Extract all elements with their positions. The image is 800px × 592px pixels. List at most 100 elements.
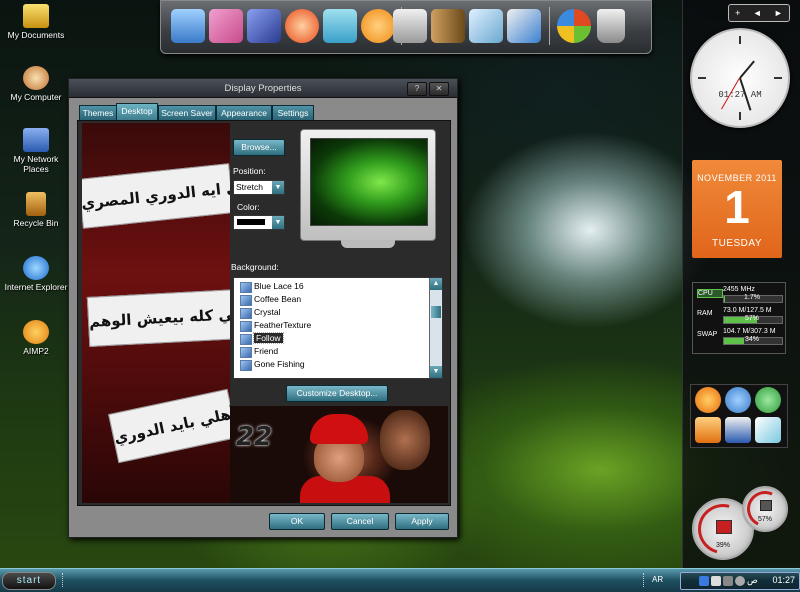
app-launcher-gadget (690, 384, 788, 448)
tab-screen-saver[interactable]: Screen Saver (158, 105, 216, 120)
messenger-icon[interactable] (755, 387, 781, 413)
calendar-weekday: TUESDAY (712, 238, 762, 249)
notes-icon[interactable] (469, 9, 503, 43)
monitor-stand (341, 240, 395, 248)
network-icon[interactable] (711, 576, 721, 586)
disk-gauge-small[interactable]: 57% (741, 485, 789, 533)
thunderbird-icon[interactable] (725, 387, 751, 413)
list-item[interactable]: Gone Fishing (238, 358, 442, 371)
ram-label: RAM (697, 310, 713, 317)
list-item[interactable]: Friend (238, 345, 442, 358)
help-button[interactable]: ? (407, 82, 427, 96)
banner-text: يعني كله بيعيش الوهم (86, 289, 230, 347)
desktop-icon-recycle-bin[interactable]: Recycle Bin (0, 192, 72, 228)
image-file-icon (240, 295, 252, 306)
scroll-thumb[interactable] (431, 306, 441, 318)
desktop-icon-my-network-places[interactable]: My Network Places (0, 128, 72, 174)
cpu-value: 2455 MHz (723, 286, 755, 293)
list-item[interactable]: Coffee Bean (238, 293, 442, 306)
browse-button[interactable]: Browse... (233, 139, 285, 156)
banner-text: الأهلي بايد الدوري (108, 388, 230, 464)
monitor-icon[interactable] (171, 9, 205, 43)
clock-gadget[interactable]: 01:27 AM (690, 28, 790, 128)
list-item[interactable]: Crystal (238, 306, 442, 319)
network-icon (23, 128, 49, 152)
image-file-icon (240, 347, 252, 358)
desktop-icon-my-documents[interactable]: My Documents (0, 4, 72, 40)
display-icon[interactable] (323, 9, 357, 43)
aimp-icon (23, 320, 49, 344)
tab-settings[interactable]: Settings (272, 105, 314, 120)
chevron-down-icon[interactable]: ▼ (272, 181, 284, 194)
word-icon[interactable] (725, 417, 751, 443)
color-picker[interactable]: ▼ (233, 215, 285, 230)
vlc-icon[interactable] (695, 417, 721, 443)
disk-gauge-small-value: 57% (757, 516, 772, 523)
info-icon[interactable] (699, 576, 709, 586)
disk-gauge-large-value: 39% (715, 542, 730, 549)
windows-icon[interactable] (557, 9, 591, 43)
system-meter-gadget[interactable]: CPU 2455 MHz 1.7% RAM 73.0 M/127.5 M 57%… (692, 282, 786, 354)
color-swatch (237, 219, 265, 225)
clock-hour-hand (739, 60, 755, 79)
desktop-icon-internet-explorer[interactable]: Internet Explorer (0, 256, 72, 292)
list-item[interactable]: Blue Lace 16 (238, 280, 442, 293)
position-value: Stretch (236, 182, 263, 192)
next-button[interactable]: ► (774, 8, 783, 18)
dialog-titlebar[interactable]: Display Properties ? ✕ (69, 79, 457, 98)
taskbar-grip-icon[interactable] (643, 573, 648, 587)
calendar-gadget[interactable]: NOVEMBER 2011 1 TUESDAY (692, 160, 782, 258)
calculator-icon[interactable] (393, 9, 427, 43)
inkscape-icon[interactable] (755, 417, 781, 443)
pencils-icon[interactable] (431, 9, 465, 43)
chevron-down-icon[interactable]: ▼ (272, 216, 284, 229)
scroll-down-icon[interactable]: ▼ (430, 366, 442, 378)
recycle-bin-icon[interactable] (597, 9, 625, 43)
language-indicator[interactable]: AR (652, 575, 663, 584)
apply-button[interactable]: Apply (395, 513, 449, 530)
customize-desktop-button[interactable]: Customize Desktop... (286, 385, 388, 402)
list-item-selected[interactable]: Follow (238, 332, 442, 345)
cpu-label: CPU (697, 289, 723, 298)
update-icon[interactable] (735, 576, 745, 586)
calendar-day: 1 (724, 181, 750, 233)
ram-value: 73.0 M/127.5 M (723, 307, 772, 314)
dialog-title: Display Properties (224, 83, 302, 94)
position-select[interactable]: Stretch ▼ (233, 180, 285, 195)
internet-explorer-icon[interactable] (285, 9, 319, 43)
paint-icon[interactable] (209, 9, 243, 43)
recycle-bin-icon (26, 192, 46, 216)
swap-label: SWAP (697, 331, 718, 338)
ok-button[interactable]: OK (269, 513, 325, 530)
swap-value: 104.7 M/307.3 M (723, 328, 776, 335)
start-button[interactable]: start (2, 572, 56, 590)
banner-text: يعني ايه الدوري المصري (82, 163, 230, 229)
cancel-button[interactable]: Cancel (331, 513, 389, 530)
taskbar-grip-icon[interactable] (62, 573, 67, 587)
add-gadget-button[interactable]: + (735, 8, 740, 18)
previous-button[interactable]: ◄ (753, 8, 762, 18)
firefox-icon[interactable] (695, 387, 721, 413)
media-player-icon[interactable] (361, 9, 395, 43)
background-person (380, 410, 430, 470)
listbox-scrollbar[interactable]: ▲ ▼ (429, 278, 442, 378)
volume-icon[interactable] (723, 576, 733, 586)
tools-icon[interactable] (507, 9, 541, 43)
tab-appearance[interactable]: Appearance (216, 105, 272, 120)
clock-time: 01:27 AM (718, 90, 762, 100)
desktop-icon-my-computer[interactable]: My Computer (0, 66, 72, 102)
list-item[interactable]: FeatherTexture (238, 319, 442, 332)
image-file-icon (240, 308, 252, 319)
cpu-percent: 1.7% (744, 294, 760, 301)
ram-percent: 57% (744, 315, 759, 322)
background-listbox[interactable]: Blue Lace 16 Coffee Bean Crystal Feather… (233, 277, 443, 379)
swap-meter: SWAP 104.7 M/307.3 M 34% (695, 328, 783, 345)
desktop-icon-aimp2[interactable]: AIMP2 (0, 320, 72, 356)
tab-themes[interactable]: Themes (79, 105, 117, 120)
close-button[interactable]: ✕ (429, 82, 449, 96)
book-icon[interactable] (247, 9, 281, 43)
computer-icon (23, 66, 49, 90)
scroll-up-icon[interactable]: ▲ (430, 278, 442, 290)
tab-desktop[interactable]: Desktop (116, 103, 158, 121)
taskbar-clock[interactable]: 01:27 (772, 575, 795, 585)
